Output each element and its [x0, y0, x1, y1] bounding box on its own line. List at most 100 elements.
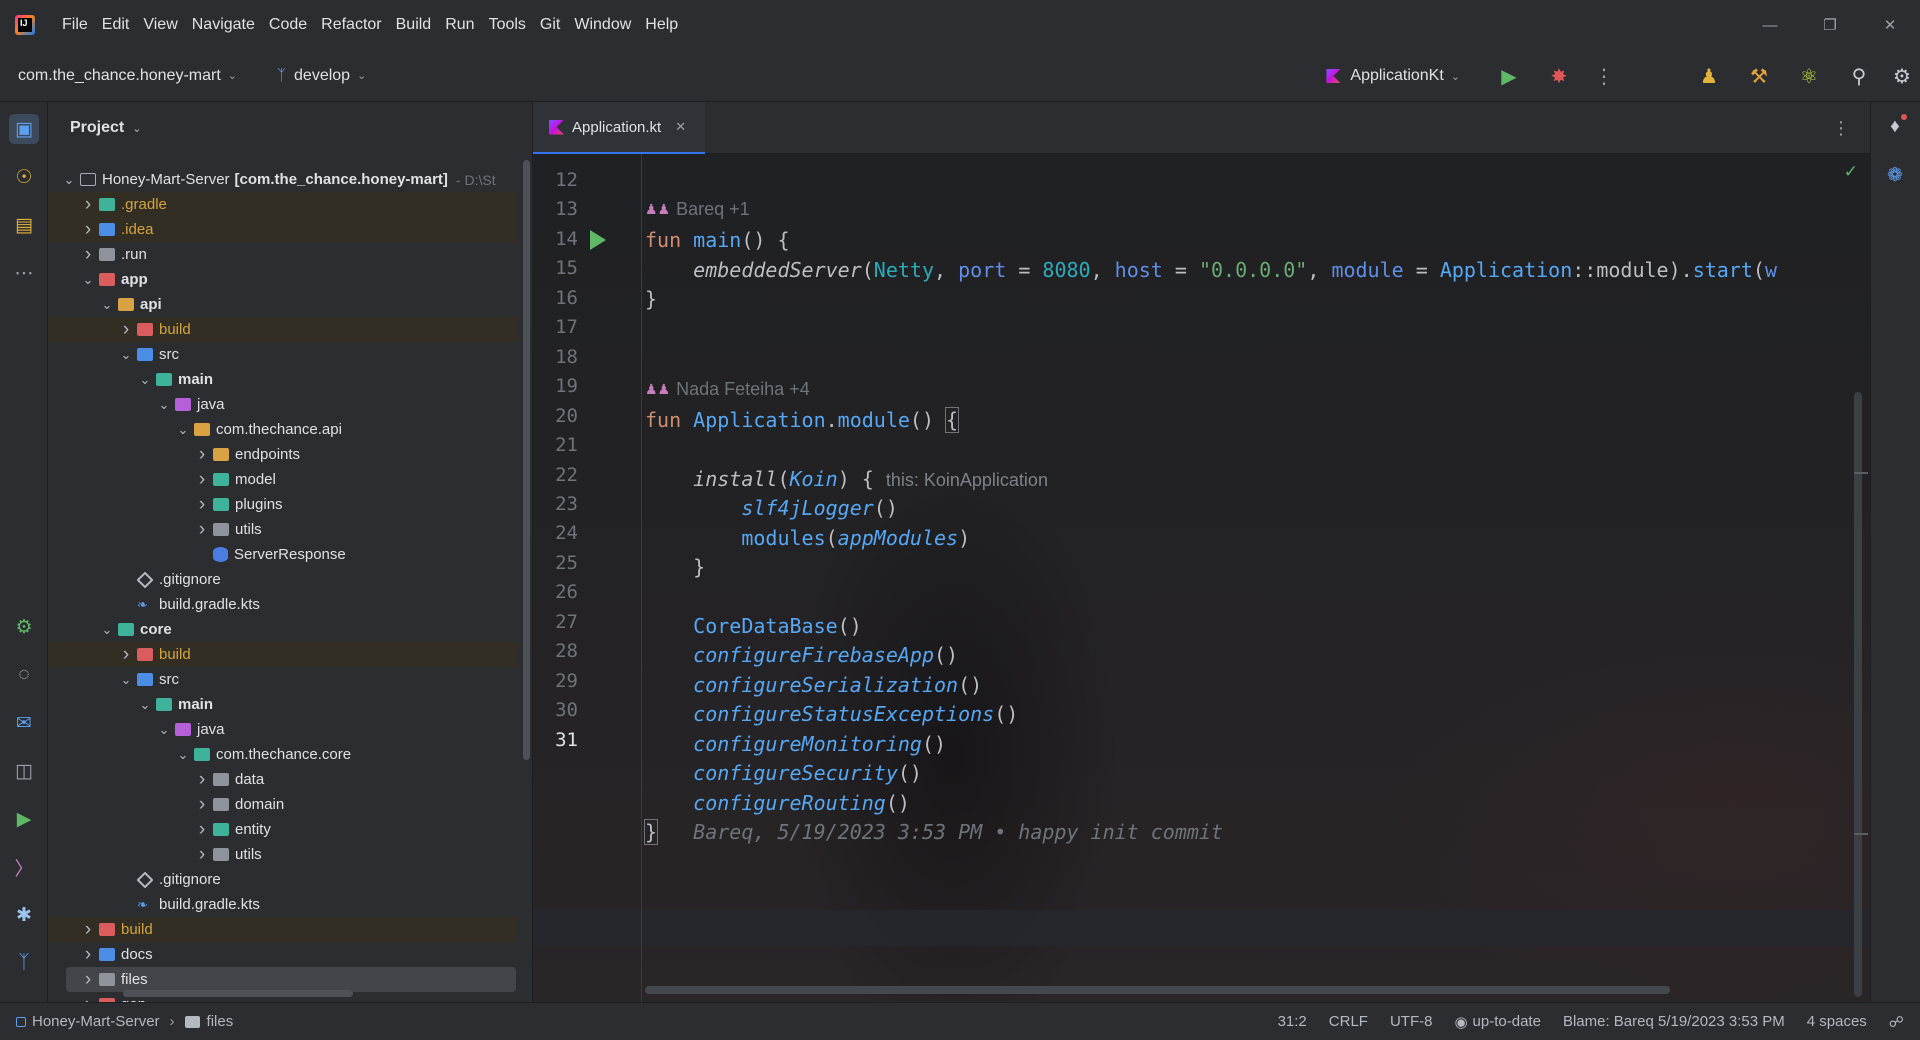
settings-icon[interactable]: ⚙ [1884, 50, 1920, 102]
tree-item[interactable]: › docs [48, 942, 518, 967]
close-window-icon[interactable]: ✕ [1860, 0, 1920, 50]
chevron-down-icon[interactable]: ⌄ [153, 397, 175, 413]
blame-info[interactable]: Blame: Bareq 5/19/2023 3:53 PM [1563, 1013, 1785, 1030]
run-gutter-icon[interactable] [590, 230, 606, 250]
problems-icon[interactable]: ✱ [9, 900, 39, 930]
line-number[interactable]: 20 [533, 405, 578, 427]
line-number[interactable]: 14 [533, 228, 578, 250]
chevron-right-icon[interactable]: › [77, 194, 99, 216]
tree-item[interactable]: .gitignore [48, 867, 518, 892]
line-number[interactable]: 17 [533, 316, 578, 338]
tree-item[interactable]: ⌄ api [48, 292, 518, 317]
commit-icon[interactable]: ☉ [9, 162, 39, 192]
chevron-down-icon[interactable]: ⌄ [77, 272, 99, 288]
code-line-27[interactable]: configureStatusExceptions() [645, 702, 1018, 726]
chevron-right-icon[interactable]: › [191, 819, 213, 841]
chevron-down-icon[interactable]: ⌄ [115, 347, 137, 363]
tree-item[interactable]: › plugins [48, 492, 518, 517]
run-tool-icon[interactable]: ▶ [9, 804, 39, 834]
git-icon[interactable]: ᛉ [9, 948, 39, 978]
code-author-module[interactable]: ♟♟ Nada Feteiha +4 [645, 379, 810, 400]
code-line-15[interactable]: } [645, 287, 657, 311]
tree-item[interactable]: › .run [48, 242, 518, 267]
more-tools-icon[interactable]: ⋯ [9, 258, 39, 288]
tree-item[interactable]: ⌄ src [48, 667, 518, 692]
chevron-down-icon[interactable]: ⌄ [58, 172, 80, 188]
project-tool-icon[interactable]: ▣ [9, 114, 39, 144]
code-line-26[interactable]: configureSerialization() [645, 673, 982, 697]
menu-edit[interactable]: Edit [95, 0, 137, 50]
line-number[interactable]: 28 [533, 640, 578, 662]
chevron-down-icon[interactable]: ⌄ [96, 622, 118, 638]
code-line-25[interactable]: configureFirebaseApp() [645, 643, 958, 667]
code-line-19[interactable]: install(Koin) { this: KoinApplication [645, 467, 1048, 491]
chevron-down-icon[interactable]: ⌄ [172, 422, 194, 438]
line-number[interactable]: 22 [533, 464, 578, 486]
chevron-right-icon[interactable]: › [191, 794, 213, 816]
tab-application-kt[interactable]: Application.kt ✕ [533, 102, 705, 154]
tree-item[interactable]: › files [66, 967, 516, 992]
tree-item[interactable]: ⌄ com.thechance.core [48, 742, 518, 767]
run-config-selector[interactable]: ApplicationKt ⌄ [1326, 67, 1460, 85]
code-line-14[interactable]: embeddedServer(Netty, port = 8080, host … [645, 258, 1777, 282]
line-separator[interactable]: CRLF [1329, 1013, 1368, 1030]
project-panel-header[interactable]: Project ⌄ [48, 102, 532, 154]
tree-item[interactable]: › build [48, 917, 518, 942]
lock-icon[interactable]: ☍ [1889, 1013, 1904, 1031]
editor-vertical-scrollbar[interactable] [1854, 392, 1862, 997]
editor-horizontal-scrollbar[interactable] [645, 986, 1670, 994]
search-icon[interactable]: ⚲ [1834, 50, 1884, 102]
chevron-right-icon[interactable]: › [191, 469, 213, 491]
menu-run[interactable]: Run [438, 0, 481, 50]
line-number[interactable]: 26 [533, 581, 578, 603]
debug-icon[interactable]: ✸ [1534, 50, 1584, 102]
chevron-right-icon[interactable]: › [77, 244, 99, 266]
tab-options-icon[interactable]: ⋮ [1832, 118, 1850, 139]
terminal-icon[interactable]: 〉 [9, 852, 39, 882]
chevron-right-icon[interactable]: › [77, 219, 99, 241]
messages-icon[interactable]: ✉ [9, 708, 39, 738]
more-vertical-icon[interactable]: ⋮ [1584, 50, 1624, 102]
tree-item[interactable]: ❧ build.gradle.kts [48, 892, 518, 917]
chevron-right-icon[interactable]: › [77, 994, 99, 1003]
line-number[interactable]: 12 [533, 169, 578, 191]
services-icon[interactable]: ⚙ [9, 612, 39, 642]
line-number[interactable]: 24 [533, 522, 578, 544]
tree-item[interactable]: ServerResponse [48, 542, 518, 567]
menu-view[interactable]: View [136, 0, 184, 50]
menu-help[interactable]: Help [638, 0, 685, 50]
tree-item[interactable]: › model [48, 467, 518, 492]
code-line-20[interactable]: slf4jLogger() [645, 496, 898, 520]
branch-selector[interactable]: ᛉ develop ⌄ [277, 67, 366, 85]
vcs-status[interactable]: ◉ up-to-date [1454, 1013, 1540, 1031]
tree-item[interactable]: ⌄ com.thechance.api [48, 417, 518, 442]
chevron-right-icon[interactable]: › [77, 919, 99, 941]
tools-icon[interactable]: ⚒ [1734, 50, 1784, 102]
line-number[interactable]: 31 [533, 729, 578, 751]
menu-git[interactable]: Git [533, 0, 567, 50]
chevron-right-icon[interactable]: › [77, 944, 99, 966]
line-number[interactable]: 16 [533, 287, 578, 309]
chevron-right-icon[interactable]: › [191, 519, 213, 541]
line-number[interactable]: 23 [533, 493, 578, 515]
tree-item[interactable]: › domain [48, 792, 518, 817]
menu-code[interactable]: Code [262, 0, 314, 50]
structure-icon[interactable]: ▤ [9, 210, 39, 240]
tree-vertical-scrollbar[interactable] [523, 160, 530, 760]
database-icon[interactable]: ◫ [9, 756, 39, 786]
menu-window[interactable]: Window [567, 0, 638, 50]
tree-item[interactable]: › utils [48, 517, 518, 542]
tree-item[interactable]: › build [48, 642, 518, 667]
tree-item[interactable]: ❧ build.gradle.kts [48, 592, 518, 617]
line-number[interactable]: 29 [533, 670, 578, 692]
menu-file[interactable]: File [55, 0, 95, 50]
run-icon[interactable]: ▶ [1484, 50, 1534, 102]
chevron-right-icon[interactable]: › [191, 769, 213, 791]
gradle-icon[interactable]: ❁ [1880, 160, 1910, 190]
code-line-31[interactable]: } Bareq, 5/19/2023 3:53 PM • happy init … [643, 819, 1223, 845]
close-tab-icon[interactable]: ✕ [675, 119, 686, 135]
chevron-right-icon[interactable]: › [77, 969, 99, 991]
tree-item[interactable]: ⌄ Honey-Mart-Server [com.the_chance.honey-… [48, 167, 518, 192]
code-line-29[interactable]: configureSecurity() [645, 761, 922, 785]
menu-build[interactable]: Build [389, 0, 439, 50]
